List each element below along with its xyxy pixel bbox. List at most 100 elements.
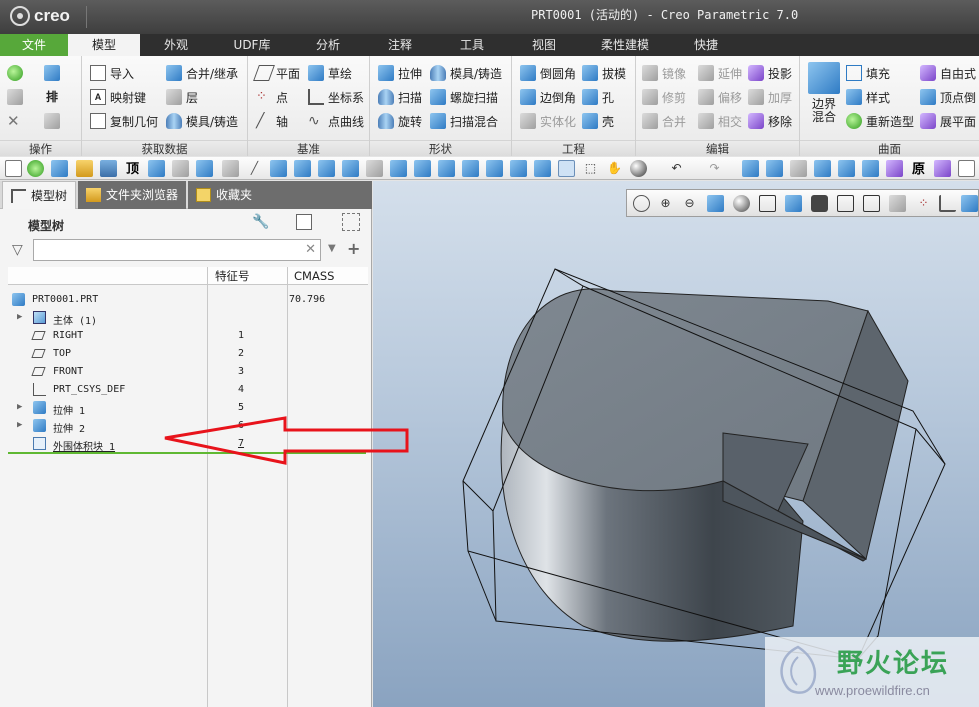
shell-button[interactable]: 壳 [582,110,614,132]
merge-inherit-button[interactable]: 合并/继承 [166,62,238,84]
ribbon-tab[interactable]: 柔性建模 [580,34,670,56]
tree-row[interactable]: PRT_CSYS_DEF 4 [0,381,366,399]
draft-button[interactable]: 拔模 [582,62,626,84]
redo-icon[interactable]: ↷ [706,160,723,177]
column-header-feat-id[interactable]: 特征号 [215,267,250,285]
ribbon-tab[interactable]: 外观 [140,34,212,56]
cylinder-tool-icon[interactable] [862,160,879,177]
restyle-button[interactable]: 重新造型 [846,110,914,132]
map-key-button[interactable]: A 映射键 [90,86,146,108]
tree-row[interactable]: ▶ 拉伸 2 6 [0,417,366,435]
surface-tool-icon[interactable] [390,160,407,177]
save-icon[interactable] [100,160,117,177]
round-tool-icon[interactable] [318,160,335,177]
import-button[interactable]: 导入 [90,62,134,84]
datum-curve-button[interactable]: ∿ 点曲线 [308,110,364,132]
intersect-button[interactable]: 相交 [698,110,742,132]
offset-button[interactable]: 偏移 [698,86,742,108]
boundary-blend-button[interactable]: 边界混合 [804,62,844,138]
move-tool-icon[interactable] [366,160,383,177]
cut-tool-icon[interactable] [510,160,527,177]
solid-tool-icon[interactable] [534,160,551,177]
top-view-icon[interactable]: 顶 [124,160,141,177]
ribbon-tab[interactable]: 工具 [436,34,508,56]
expand-icon[interactable]: ▶ [17,312,22,322]
trim-button[interactable]: 修剪 [642,86,686,108]
insert-here-line[interactable] [8,452,366,454]
solidify-button[interactable]: 实体化 [520,110,576,132]
ribbon-tab[interactable]: UDF库 [212,34,292,56]
shell-tool-icon[interactable] [438,160,455,177]
graphics-window[interactable]: ⊕ ⊖ ⁘ [373,181,979,707]
tools-icon[interactable]: 🔧 [252,214,269,230]
appearance-icon[interactable] [630,160,647,177]
point-button[interactable]: ⁘ 点 [256,86,288,108]
extrude-button[interactable]: 拉伸 [378,62,422,84]
vertex-round-button[interactable]: 顶点倒 [920,86,976,108]
ribbon-tab[interactable]: 模型 [68,34,140,56]
text-tool-icon[interactable] [934,160,951,177]
tree-row[interactable]: TOP 2 [0,345,366,363]
search-dropdown-icon[interactable]: ▼ [328,243,336,254]
pan-icon[interactable]: ✋ [606,160,623,177]
project-button[interactable]: 投影 [748,62,792,84]
ribbon-tab[interactable]: 分析 [292,34,364,56]
thicken-button[interactable]: 加厚 [748,86,792,108]
open-icon[interactable] [76,160,93,177]
chamfer-tool-icon[interactable] [294,160,311,177]
draft-check-icon[interactable] [172,160,189,177]
model-viewport[interactable] [373,181,979,707]
origin-icon[interactable]: 原 [910,160,927,177]
tree-search-input[interactable]: ✕ [33,239,321,261]
axis-button[interactable]: ╱ 轴 [256,110,288,132]
freeform-button[interactable]: 自由式 [920,62,976,84]
round-button[interactable]: 倒圆角 [520,62,576,84]
helical-sweep-button[interactable]: 螺旋扫描 [430,86,498,108]
model-icon[interactable] [51,160,68,177]
layer-button[interactable]: 层 [166,86,198,108]
new-icon[interactable] [5,160,22,177]
paste-tool-icon[interactable] [790,160,807,177]
paste-button[interactable] [7,86,27,108]
tree-settings-icon[interactable] [296,214,312,230]
mirror-button[interactable]: 镜像 [642,62,686,84]
axis-tool-icon[interactable]: ╱ [246,160,263,177]
properties-button[interactable] [44,110,64,132]
tab-model-tree[interactable]: 模型树 [2,181,76,209]
blend-tool-icon[interactable] [414,160,431,177]
expand-icon[interactable]: ▶ [17,420,22,430]
clear-search-icon[interactable]: ✕ [305,242,316,257]
copy-tool-icon[interactable] [766,160,783,177]
swept-blend-button[interactable]: 扫描混合 [430,110,498,132]
style-button[interactable]: 样式 [846,86,890,108]
tab-folder-browser[interactable]: 文件夹浏览器 [78,181,186,209]
tree-row[interactable]: FRONT 3 [0,363,366,381]
layer-tool-icon[interactable] [814,160,831,177]
regen-icon[interactable] [27,160,44,177]
pattern-tool-icon[interactable] [486,160,503,177]
extend-button[interactable]: 延伸 [698,62,742,84]
assembly-icon[interactable] [196,160,213,177]
tree-row[interactable]: PRT0001.PRT 70.796 [0,291,366,309]
add-column-icon[interactable]: + [347,239,360,258]
chamfer-button[interactable]: 边倒角 [520,86,576,108]
fill-button[interactable]: 填充 [846,62,890,84]
hole-button[interactable]: 孔 [582,86,614,108]
column-header-cmass[interactable]: CMASS [294,267,334,285]
tree-row[interactable]: ▶ 主体 (1) [0,309,366,327]
tree-row[interactable]: RIGHT 1 [0,327,366,345]
tree-row[interactable]: 外围体积块 1 7 [0,435,366,453]
measure-icon[interactable] [222,160,239,177]
sketch-button[interactable]: 草绘 [308,62,352,84]
regen-manager-button[interactable] [44,62,64,84]
csys-button[interactable]: 坐标系 [308,86,364,108]
ribbon-tab[interactable]: 文件 [0,34,68,56]
flatten-button[interactable]: 展平面 [920,110,976,132]
plane-button[interactable]: 平面 [253,62,300,84]
section-tool-icon[interactable] [838,160,855,177]
regenerate-button[interactable] [7,62,27,84]
quick-access-toolbar[interactable] [86,6,110,28]
ribbon-tab[interactable]: 注释 [364,34,436,56]
tree-row[interactable]: ▶ 拉伸 1 5 [0,399,366,417]
merge-button[interactable]: 合并 [642,110,686,132]
